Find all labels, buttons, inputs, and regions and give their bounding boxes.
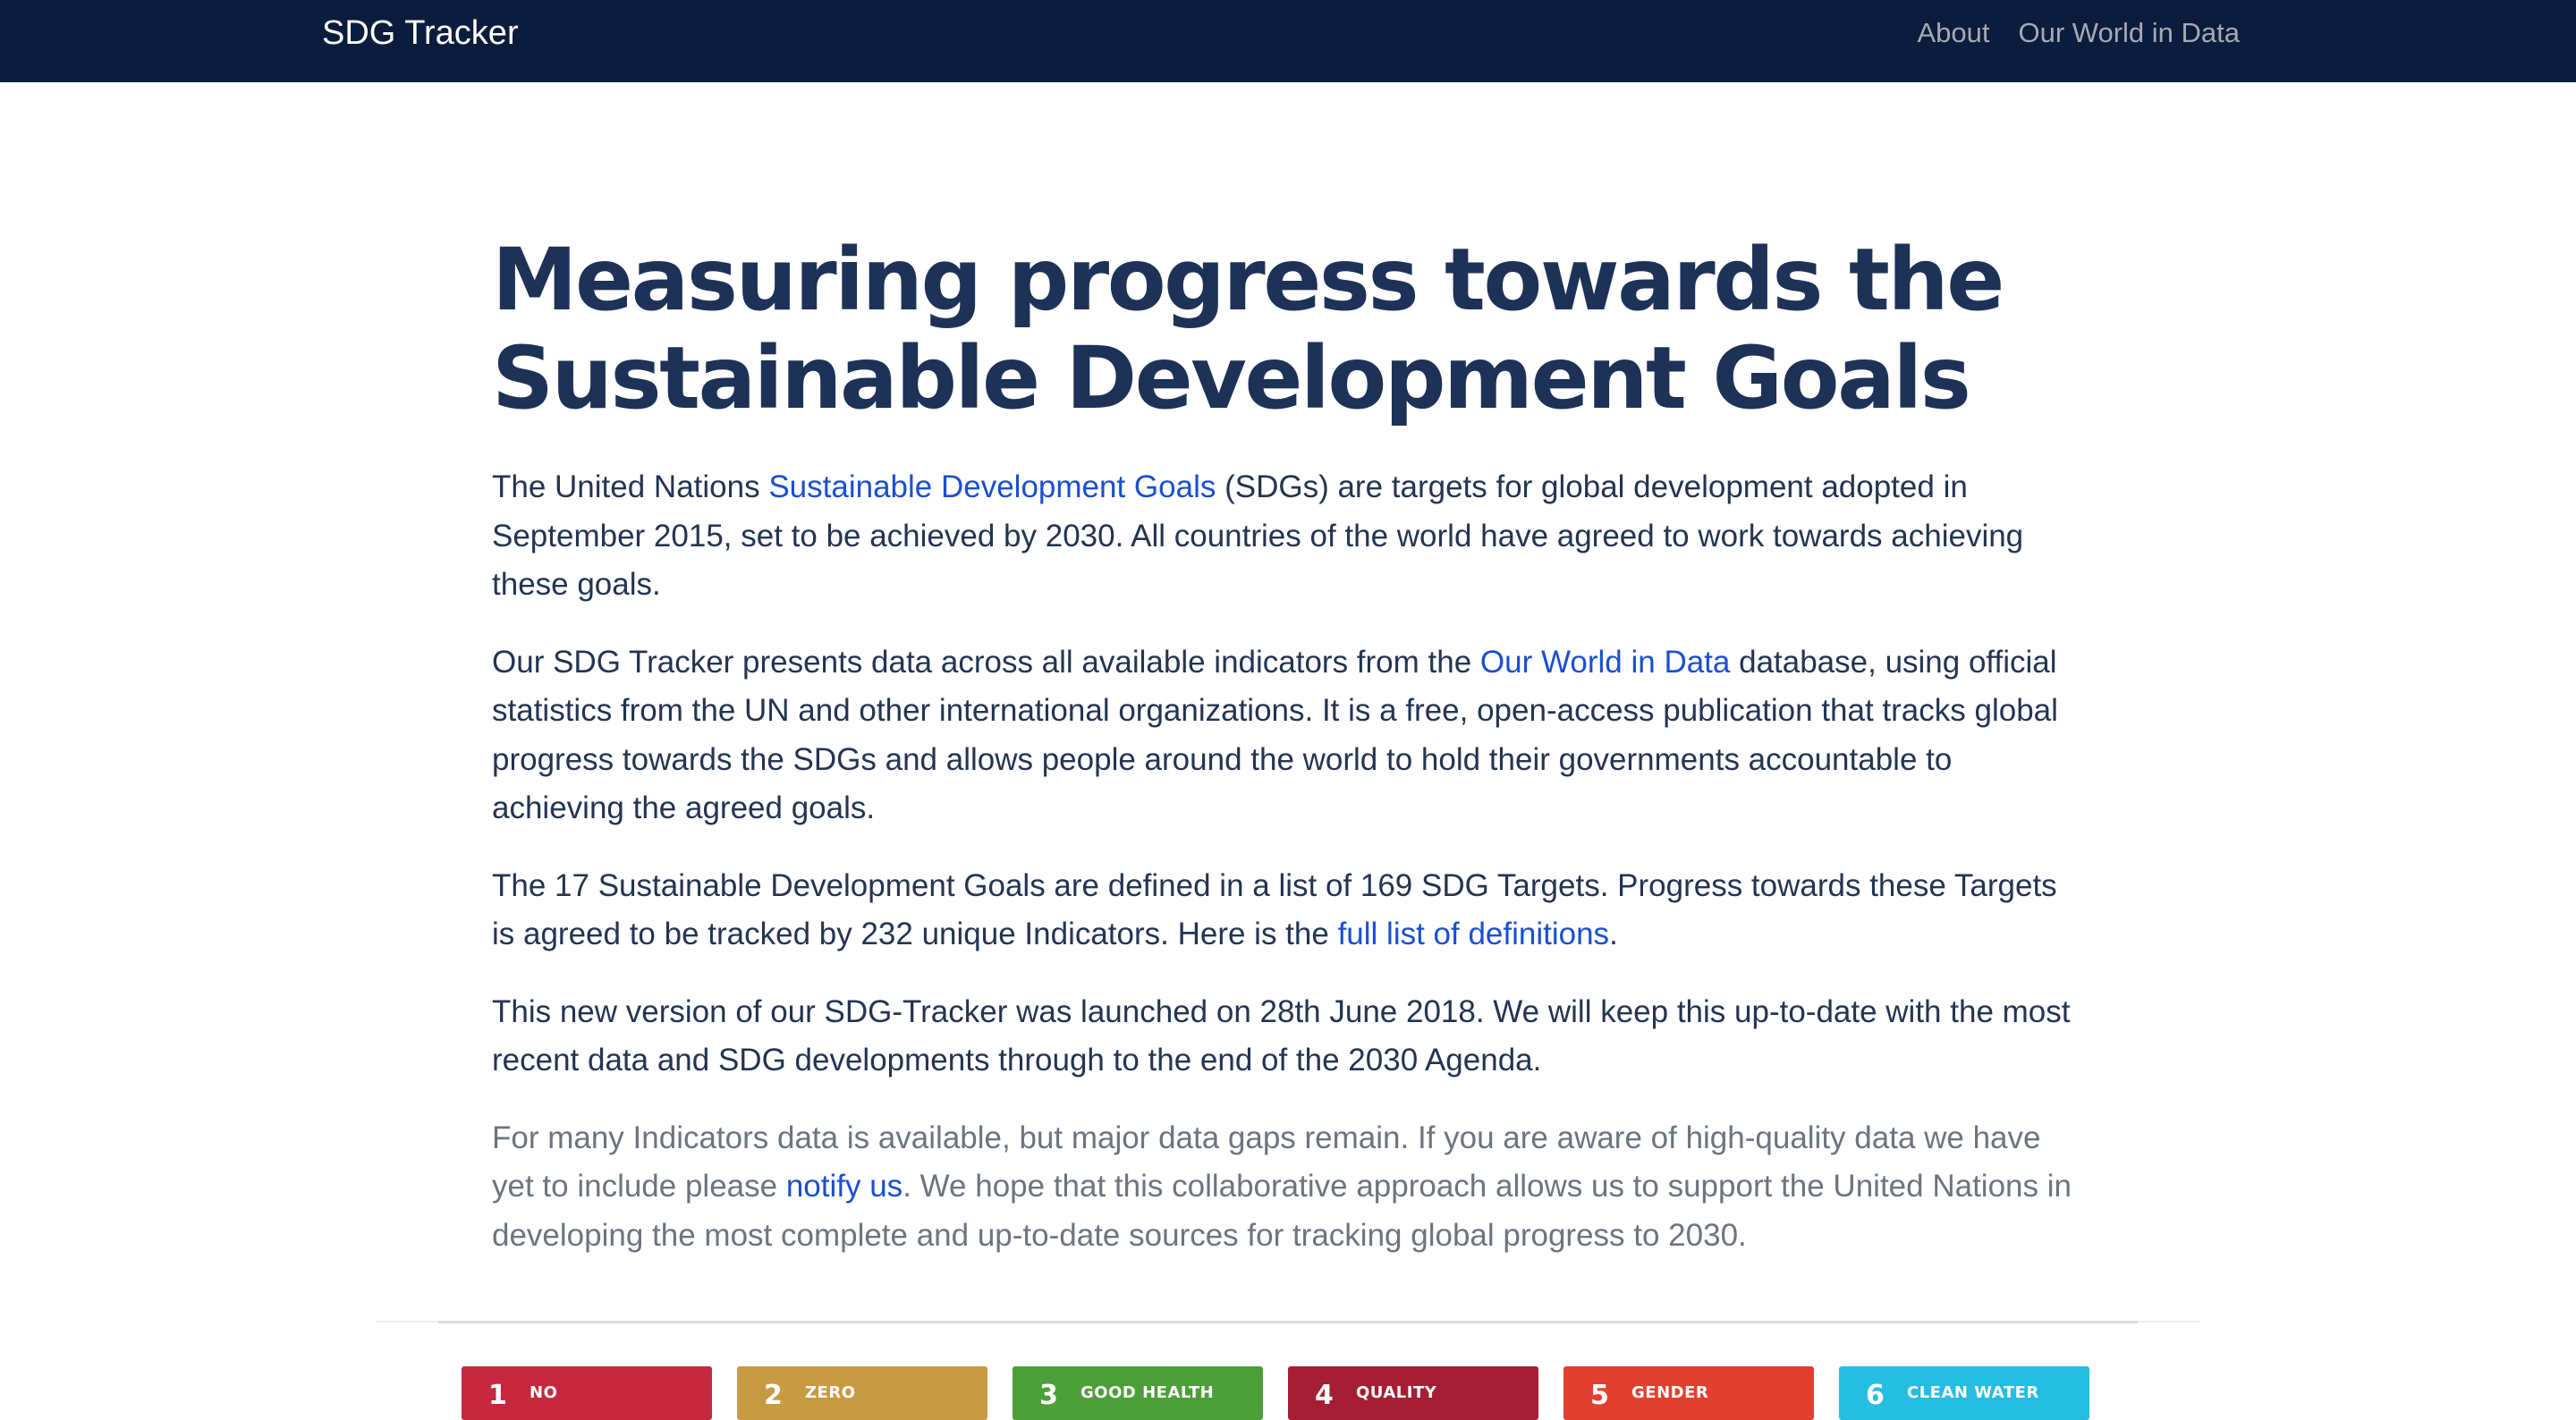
brand-link[interactable]: SDG Tracker — [322, 0, 519, 66]
goal-tile-6[interactable]: 6 CLEAN WATER — [1839, 1366, 2089, 1420]
goal-label: GENDER — [1631, 1383, 1709, 1402]
main-content: Measuring progress towards the Sustainab… — [492, 231, 2084, 1289]
our-world-in-data-link[interactable]: Our World in Data — [1480, 645, 1730, 680]
goal-label: CLEAN WATER — [1907, 1383, 2039, 1402]
definitions-link[interactable]: full list of definitions — [1338, 917, 1609, 951]
goal-label: NO — [530, 1383, 558, 1402]
top-navbar: SDG Tracker About Our World in Data — [0, 0, 2576, 82]
intro-paragraph: The United Nations Sustainable Developme… — [492, 463, 2084, 610]
nav-links: About Our World in Data — [1888, 0, 2240, 66]
targets-paragraph: The 17 Sustainable Development Goals are… — [492, 862, 2084, 959]
goal-tile-2[interactable]: 2 ZERO — [737, 1366, 987, 1420]
goal-tile-3[interactable]: 3 GOOD HEALTH — [1013, 1366, 1263, 1420]
targets-text-start: The 17 Sustainable Development Goals are… — [492, 867, 2057, 952]
goal-tiles: 1 NO 2 ZERO 3 GOOD HEALTH 4 QUALITY 5 GENDER … — [462, 1366, 2114, 1420]
version-paragraph: This new version of our SDG-Tracker was … — [492, 993, 2071, 1078]
goal-number: 2 — [764, 1380, 783, 1411]
sdg-link[interactable]: Sustainable Development Goals — [768, 469, 1216, 504]
notify-us-link[interactable]: notify us — [786, 1169, 902, 1204]
goal-tile-5[interactable]: 5 GENDER — [1563, 1366, 1814, 1420]
goal-tile-1[interactable]: 1 NO — [462, 1366, 712, 1420]
page-title: Measuring progress towards the Sustainab… — [492, 230, 2004, 428]
intro-text-start: The United Nations — [492, 469, 769, 504]
tracker-paragraph: Our SDG Tracker presents data across all… — [492, 638, 2084, 833]
goal-number: 3 — [1039, 1380, 1058, 1411]
nav-link-our-world-in-data[interactable]: Our World in Data — [2018, 0, 2240, 66]
goal-number: 4 — [1315, 1380, 1334, 1411]
nav-link-about[interactable]: About — [1917, 0, 1989, 66]
targets-text-end: . — [1609, 917, 1618, 951]
section-divider-inner — [438, 1321, 2138, 1323]
goal-label: ZERO — [805, 1383, 856, 1402]
goal-label: QUALITY — [1356, 1383, 1437, 1402]
tracker-text-start: Our SDG Tracker presents data across all… — [492, 644, 1480, 680]
goal-number: 6 — [1866, 1380, 1885, 1411]
goal-number: 1 — [488, 1380, 507, 1411]
goal-number: 5 — [1590, 1380, 1609, 1411]
goal-label: GOOD HEALTH — [1080, 1383, 1215, 1402]
data-gaps-paragraph: For many Indicators data is available, b… — [492, 1114, 2084, 1261]
goal-tile-4[interactable]: 4 QUALITY — [1288, 1366, 1538, 1420]
